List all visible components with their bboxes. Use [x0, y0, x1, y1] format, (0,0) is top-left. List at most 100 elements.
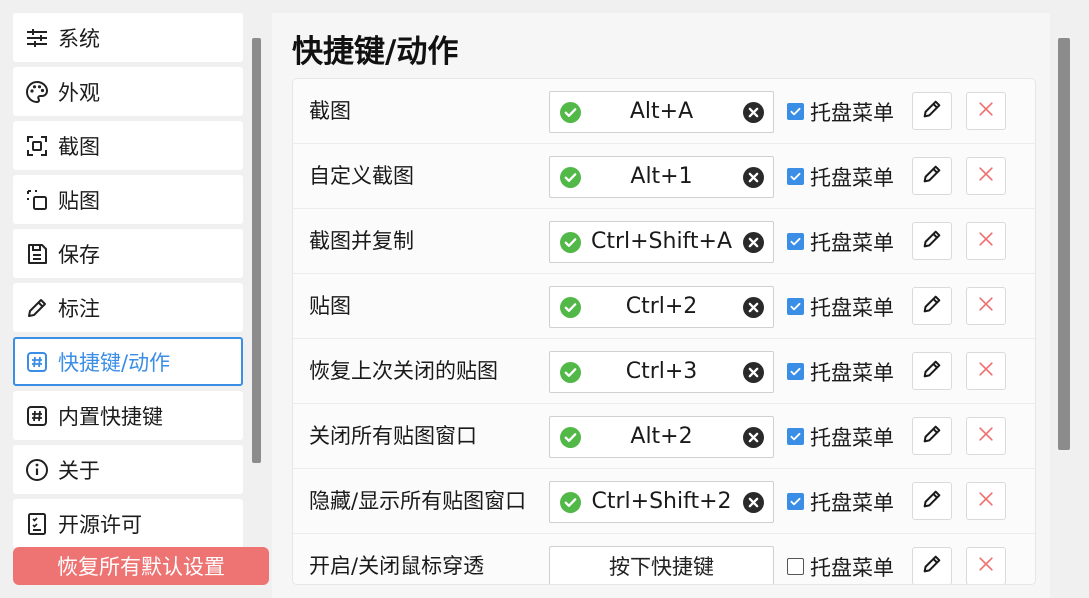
sidebar-item-about[interactable]: 关于: [13, 445, 243, 494]
shortcut-row: 截图并复制 Ctrl+Shift+A 托盘菜单: [293, 209, 1035, 274]
shortcut-key-input[interactable]: Ctrl+3: [549, 351, 774, 393]
close-icon: [976, 359, 996, 383]
tray-menu-checkbox[interactable]: [787, 298, 804, 315]
check-circle-icon: [560, 102, 581, 123]
sidebar-item-builtin-shortcuts[interactable]: 内置快捷键: [13, 391, 243, 440]
delete-button[interactable]: [966, 352, 1006, 390]
clear-key-icon[interactable]: [743, 232, 764, 253]
clear-key-icon[interactable]: [743, 362, 764, 383]
close-icon: [976, 424, 996, 448]
shortcut-key-text: 按下快捷键: [609, 555, 714, 579]
shortcut-key-input[interactable]: Alt+A: [549, 91, 774, 133]
tray-menu-checkbox[interactable]: [787, 428, 804, 445]
edit-button[interactable]: [912, 92, 952, 130]
shortcut-key-text: Ctrl+Shift+2: [591, 489, 732, 514]
sidebar-item-shortcuts[interactable]: 快捷键/动作: [13, 337, 243, 386]
clear-key-icon[interactable]: [743, 492, 764, 513]
tray-menu-checkbox[interactable]: [787, 493, 804, 510]
edit-button[interactable]: [912, 417, 952, 455]
shortcut-key-text: Alt+2: [630, 424, 693, 449]
delete-button[interactable]: [966, 547, 1006, 584]
shortcut-key-input[interactable]: 按下快捷键: [549, 546, 774, 584]
hash-icon: [24, 349, 50, 375]
tray-menu-checkbox[interactable]: [787, 103, 804, 120]
tray-menu-toggle[interactable]: 托盘菜单: [787, 339, 894, 404]
sidebar-item-license[interactable]: 开源许可: [13, 499, 243, 548]
close-icon: [976, 489, 996, 513]
shortcut-key-input[interactable]: Ctrl+2: [549, 286, 774, 328]
shortcut-key-input[interactable]: Ctrl+Shift+A: [549, 221, 774, 263]
pencil-icon: [921, 293, 943, 319]
sidebar: 系统外观截图贴图保存标注快捷键/动作内置快捷键关于开源许可: [13, 13, 243, 553]
shortcut-action-label: 恢复上次关闭的贴图: [309, 359, 498, 383]
shortcut-key-input[interactable]: Alt+2: [549, 416, 774, 458]
edit-button[interactable]: [912, 287, 952, 325]
reset-defaults-button[interactable]: 恢复所有默认设置: [13, 547, 269, 585]
hash-icon: [24, 403, 50, 429]
sidebar-item-label: 贴图: [58, 188, 100, 213]
sidebar-item-screenshot[interactable]: 截图: [13, 121, 243, 170]
edit-button[interactable]: [912, 352, 952, 390]
shortcut-row: 开启/关闭鼠标穿透 按下快捷键 托盘菜单: [293, 534, 1035, 584]
sidebar-item-label: 保存: [58, 242, 100, 267]
tray-menu-label: 托盘菜单: [810, 230, 894, 255]
tray-menu-label: 托盘菜单: [810, 165, 894, 190]
tray-menu-checkbox[interactable]: [787, 168, 804, 185]
close-icon: [976, 164, 996, 188]
sidebar-item-label: 开源许可: [58, 512, 142, 537]
tray-menu-label: 托盘菜单: [810, 100, 894, 125]
pencil-icon: [921, 228, 943, 254]
sidebar-item-save[interactable]: 保存: [13, 229, 243, 278]
sidebar-item-appearance[interactable]: 外观: [13, 67, 243, 116]
tray-menu-toggle[interactable]: 托盘菜单: [787, 144, 894, 209]
delete-button[interactable]: [966, 157, 1006, 195]
tray-menu-label: 托盘菜单: [810, 490, 894, 515]
clear-key-icon[interactable]: [743, 102, 764, 123]
sidebar-scrollbar[interactable]: [252, 38, 261, 463]
edit-button[interactable]: [912, 482, 952, 520]
license-icon: [24, 511, 50, 537]
close-icon: [976, 554, 996, 578]
shortcut-row: 贴图 Ctrl+2 托盘菜单: [293, 274, 1035, 339]
delete-button[interactable]: [966, 417, 1006, 455]
tray-menu-checkbox[interactable]: [787, 363, 804, 380]
shortcut-key-input[interactable]: Alt+1: [549, 156, 774, 198]
shortcut-row: 恢复上次关闭的贴图 Ctrl+3 托盘菜单: [293, 339, 1035, 404]
shortcut-key-text: Alt+1: [630, 164, 693, 189]
close-icon: [976, 294, 996, 318]
tray-menu-toggle[interactable]: 托盘菜单: [787, 469, 894, 534]
shortcut-action-label: 隐藏/显示所有贴图窗口: [309, 489, 527, 513]
check-circle-icon: [560, 427, 581, 448]
shortcut-list: 截图 Alt+A 托盘菜单 自定义截图 Alt+1 托盘菜单 截图并复制 Ctrl+Shift…: [292, 78, 1036, 585]
delete-button[interactable]: [966, 92, 1006, 130]
delete-button[interactable]: [966, 287, 1006, 325]
tray-menu-toggle[interactable]: 托盘菜单: [787, 79, 894, 144]
tray-menu-label: 托盘菜单: [810, 360, 894, 385]
tray-menu-toggle[interactable]: 托盘菜单: [787, 534, 894, 584]
edit-button[interactable]: [912, 222, 952, 260]
shortcut-key-input[interactable]: Ctrl+Shift+2: [549, 481, 774, 523]
tray-menu-toggle[interactable]: 托盘菜单: [787, 274, 894, 339]
tray-menu-toggle[interactable]: 托盘菜单: [787, 404, 894, 469]
clear-key-icon[interactable]: [743, 167, 764, 188]
tray-menu-checkbox[interactable]: [787, 233, 804, 250]
tray-menu-toggle[interactable]: 托盘菜单: [787, 209, 894, 274]
clear-key-icon[interactable]: [743, 297, 764, 318]
shortcut-action-label: 截图并复制: [309, 229, 414, 253]
main-scrollbar[interactable]: [1058, 38, 1070, 450]
shortcut-action-label: 贴图: [309, 294, 351, 318]
delete-button[interactable]: [966, 222, 1006, 260]
screenshot-icon: [24, 133, 50, 159]
sidebar-item-system[interactable]: 系统: [13, 13, 243, 62]
clear-key-icon[interactable]: [743, 427, 764, 448]
sidebar-item-pin[interactable]: 贴图: [13, 175, 243, 224]
shortcut-key-text: Ctrl+3: [625, 359, 698, 384]
edit-button[interactable]: [912, 547, 952, 584]
delete-button[interactable]: [966, 482, 1006, 520]
sidebar-item-annotate[interactable]: 标注: [13, 283, 243, 332]
pencil-icon: [921, 98, 943, 124]
sidebar-item-label: 内置快捷键: [58, 404, 163, 429]
check-circle-icon: [560, 297, 581, 318]
edit-button[interactable]: [912, 157, 952, 195]
tray-menu-checkbox[interactable]: [787, 558, 804, 575]
